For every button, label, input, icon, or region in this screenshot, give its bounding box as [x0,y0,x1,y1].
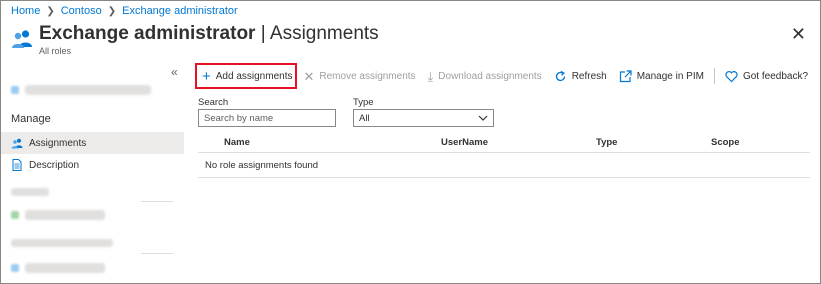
add-assignments-button[interactable]: + Add assignments [195,63,298,89]
sidebar-divider [141,201,173,202]
type-dropdown[interactable]: All [353,109,494,127]
blurred-nav-item [25,263,105,273]
breadcrumb-exchange-admin[interactable]: Exchange administrator [122,5,238,17]
download-assignments-label: Download assignments [438,70,542,82]
type-dropdown-value: All [359,112,370,124]
empty-state-row: No role assignments found [198,153,810,178]
sidebar: « Manage Assignments Description [1,61,184,283]
close-icon[interactable]: ✕ [791,25,806,43]
page-title-section: | Assignments [255,23,379,44]
heart-icon [725,70,738,82]
sidebar-item-assignments[interactable]: Assignments [1,132,184,154]
manage-in-pim-label: Manage in PIM [636,70,704,82]
got-feedback-button[interactable]: Got feedback? [719,64,814,88]
got-feedback-label: Got feedback? [742,70,809,82]
sidebar-item-label: Description [29,159,80,171]
chevron-right-icon: ❯ [46,5,55,17]
refresh-button[interactable]: Refresh [548,64,613,88]
manage-in-pim-button[interactable]: Manage in PIM [613,64,710,88]
grid-header: Name UserName Type Scope [198,134,810,153]
refresh-label: Refresh [571,70,607,82]
column-header-scope[interactable]: Scope [711,137,740,148]
people-icon [11,138,23,149]
sidebar-divider [141,253,173,254]
window-frame: Home ❯ Contoso ❯ Exchange administrator … [0,0,821,284]
add-assignments-label: Add assignments [215,70,293,82]
blurred-nav-item [25,210,105,220]
document-icon [12,159,22,171]
breadcrumb-home[interactable]: Home [11,5,40,17]
download-icon: ⤓ [427,68,434,84]
page-title-role: Exchange administrator [39,23,256,44]
empty-state-message: No role assignments found [205,160,319,171]
breadcrumb: Home ❯ Contoso ❯ Exchange administrator [11,5,238,17]
refresh-icon [555,70,565,81]
page-subtitle: All roles [39,46,72,56]
chevron-right-icon: ❯ [107,5,117,17]
search-label: Search [198,97,229,108]
x-icon: ✕ [303,68,315,84]
external-link-icon [619,69,632,82]
type-label: Type [353,97,374,108]
blurred-section-label [11,239,113,247]
sidebar-item-description[interactable]: Description [1,154,184,176]
remove-assignments-label: Remove assignments [319,70,416,82]
column-header-name[interactable]: Name [224,137,250,148]
manage-section-label: Manage [11,113,51,125]
collapse-sidebar-icon[interactable]: « [171,65,178,79]
plus-icon: + [202,67,211,85]
assignments-grid: Name UserName Type Scope No role assignm… [198,134,810,178]
download-assignments-button[interactable]: ⤓ Download assignments [422,64,548,88]
command-bar: + Add assignments ✕ Remove assignments ⤓… [195,63,814,89]
chevron-down-icon [478,115,488,121]
blurred-nav-icon [11,86,19,94]
blurred-section-label [11,188,49,196]
sidebar-item-label: Assignments [29,137,87,149]
breadcrumb-contoso[interactable]: Contoso [61,5,102,17]
column-header-type[interactable]: Type [596,137,617,148]
remove-assignments-button[interactable]: ✕ Remove assignments [297,64,421,88]
toolbar-divider [713,68,715,84]
blurred-nav-icon [11,211,19,219]
blurred-nav-icon [11,264,19,272]
search-input[interactable] [198,109,336,127]
people-icon [12,30,32,48]
page-header: Exchange administrator | Assignments All… [11,23,379,56]
blurred-nav-item [25,85,151,95]
column-header-username[interactable]: UserName [441,137,488,148]
page-title: Exchange administrator | Assignments [39,23,379,45]
